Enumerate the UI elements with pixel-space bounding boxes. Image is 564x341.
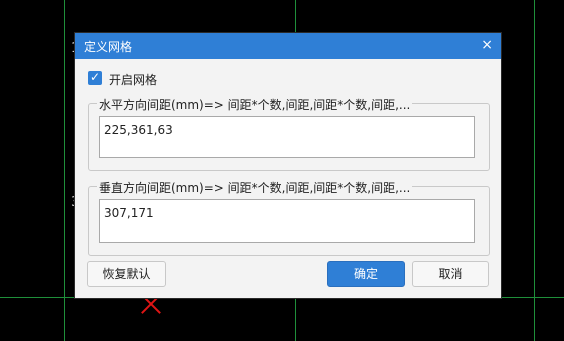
enable-grid-checkbox[interactable]: ✓ xyxy=(88,70,102,85)
ok-button[interactable]: 确定 xyxy=(327,261,405,287)
define-grid-dialog: 定义网格 × ✓ 开启网格 水平方向间距(mm)=> 间距*个数,间距,间距*个… xyxy=(75,33,501,298)
vertical-spacing-input[interactable]: 307,171 xyxy=(99,199,475,243)
cancel-button[interactable]: 取消 xyxy=(412,261,489,287)
horizontal-spacing-label: 水平方向间距(mm)=> 间距*个数,间距,间距*个数,间距,... xyxy=(97,96,413,113)
reset-default-button[interactable]: 恢复默认 xyxy=(87,261,166,287)
dialog-titlebar[interactable]: 定义网格 × xyxy=(75,33,501,59)
vertical-spacing-label: 垂直方向间距(mm)=> 间距*个数,间距,间距*个数,间距,... xyxy=(97,179,413,196)
check-icon: ✓ xyxy=(90,70,101,84)
grid-line-v3 xyxy=(534,0,535,341)
dialog-title: 定义网格 xyxy=(84,40,133,54)
horizontal-spacing-input[interactable]: 225,361,63 xyxy=(99,116,475,158)
close-icon[interactable]: × xyxy=(481,37,493,53)
enable-grid-label[interactable]: 开启网格 xyxy=(109,71,157,88)
grid-line-v1 xyxy=(64,0,65,341)
horizontal-spacing-group: 水平方向间距(mm)=> 间距*个数,间距,间距*个数,间距,... 225,3… xyxy=(88,96,490,171)
vertical-spacing-group: 垂直方向间距(mm)=> 间距*个数,间距,间距*个数,间距,... 307,1… xyxy=(88,179,490,256)
